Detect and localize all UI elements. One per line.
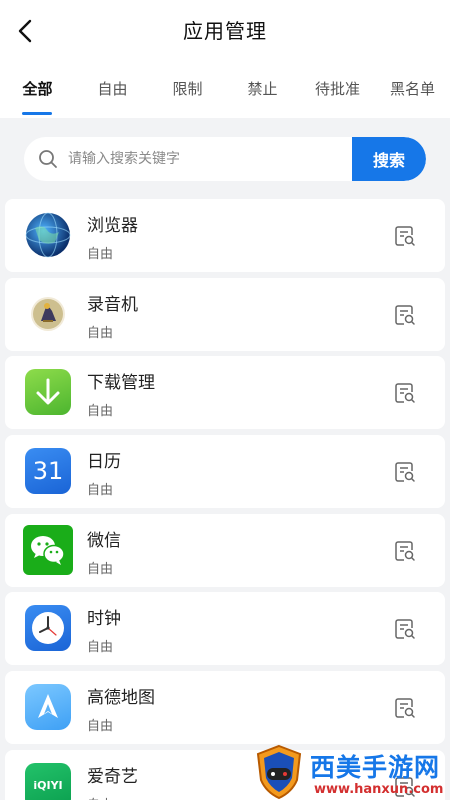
list-item[interactable]: 31 日历 自由 <box>5 435 445 509</box>
search-input[interactable] <box>68 137 368 181</box>
globe-icon <box>25 212 71 258</box>
app-status: 自由 <box>87 325 114 341</box>
iqiyi-logo-text: iQIYI <box>33 779 63 793</box>
calendar-day-text: 31 <box>32 457 64 486</box>
recorder-icon <box>25 291 71 337</box>
calendar-icon: 31 <box>25 448 71 495</box>
app-name: 录音机 <box>87 294 138 315</box>
list-item[interactable]: 下载管理 自由 <box>5 356 445 430</box>
tab-free[interactable]: 自由 <box>75 78 150 99</box>
app-name: 高德地图 <box>87 688 155 709</box>
app-list: 浏览器 自由 录音机 自由 下载管理 自由 31 日历 自由 微信 自由 时钟 … <box>5 199 445 800</box>
tab-all[interactable]: 全部 <box>0 78 75 99</box>
app-status: 自由 <box>87 719 114 735</box>
download-icon <box>25 369 71 416</box>
app-name: 下载管理 <box>87 373 155 394</box>
list-item[interactable]: 录音机 自由 <box>5 277 445 351</box>
app-status: 自由 <box>87 404 114 420</box>
list-item[interactable]: 微信 自由 <box>5 513 445 587</box>
app-name: 浏览器 <box>87 216 138 236</box>
detail-icon[interactable] <box>393 696 417 720</box>
site-watermark: 西美手游网 www.hanxun.com <box>250 738 450 800</box>
list-item[interactable]: 时钟 自由 <box>5 592 445 666</box>
app-status: 自由 <box>87 794 113 800</box>
list-item[interactable]: 浏览器 自由 <box>5 199 445 272</box>
gamepad-shield-icon <box>256 744 302 800</box>
app-status: 自由 <box>87 561 114 577</box>
tab-restricted[interactable]: 限制 <box>150 78 225 99</box>
clock-icon <box>25 605 71 652</box>
detail-icon[interactable] <box>393 460 417 484</box>
tab-bar: 全部 自由 限制 禁止 待批准 黑名单 <box>0 72 450 115</box>
page-title: 应用管理 <box>183 19 267 43</box>
app-name: 日历 <box>87 452 121 473</box>
tab-blacklist[interactable]: 黑名单 <box>375 78 450 99</box>
app-status: 自由 <box>87 640 114 656</box>
detail-icon[interactable] <box>393 539 417 563</box>
detail-icon[interactable] <box>393 224 417 248</box>
wechat-icon <box>23 524 73 575</box>
detail-icon[interactable] <box>393 617 417 641</box>
detail-icon[interactable] <box>393 303 417 327</box>
search-icon <box>39 150 57 168</box>
app-name: 爱奇艺 <box>87 766 138 787</box>
iqiyi-icon: iQIYI <box>25 762 71 800</box>
app-name: 微信 <box>87 530 121 551</box>
header: 应用管理 全部 自由 限制 禁止 待批准 黑名单 <box>0 0 450 118</box>
list-item[interactable]: 高德地图 自由 <box>5 671 445 745</box>
tab-forbidden[interactable]: 禁止 <box>225 78 300 99</box>
app-name: 时钟 <box>87 609 121 630</box>
watermark-url: www.hanxun.com <box>314 782 444 797</box>
detail-icon[interactable] <box>393 381 417 405</box>
app-status: 自由 <box>87 247 114 262</box>
amap-icon <box>25 684 71 731</box>
app-status: 自由 <box>87 483 114 499</box>
active-tab-indicator <box>22 112 52 115</box>
watermark-text: 西美手游网 <box>310 753 441 782</box>
search-button[interactable]: 搜索 <box>352 137 426 181</box>
tab-pending[interactable]: 待批准 <box>300 78 375 99</box>
search-bar: 搜索 <box>24 137 426 181</box>
